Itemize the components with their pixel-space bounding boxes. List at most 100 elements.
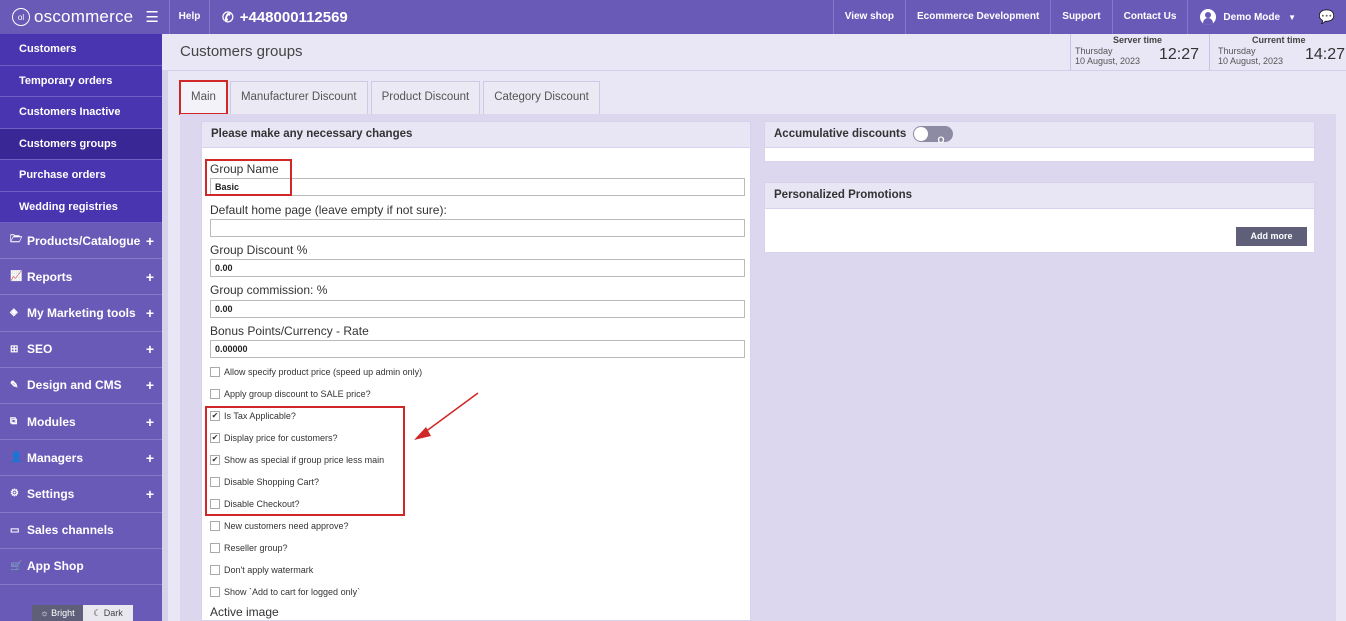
sidebar-item-label: SEO <box>27 342 53 357</box>
sidebar-item-modules[interactable]: ⧉ Modules + <box>0 403 162 441</box>
checkbox-reseller-group[interactable]: Reseller group? <box>210 543 288 553</box>
sidebar-item-label: Products/Catalogue <box>27 233 141 248</box>
hamburger-menu-icon[interactable]: ☰ <box>145 8 158 26</box>
view-shop-link[interactable]: View shop <box>832 0 905 34</box>
checkbox-label: Don't apply watermark <box>224 565 314 575</box>
accumulative-discounts-box: Accumulative discounts O <box>764 121 1315 162</box>
sidebar-item-label: My Marketing tools <box>27 305 136 320</box>
brush-icon: ✎ <box>10 379 19 391</box>
contact-us-link[interactable]: Contact Us <box>1111 0 1188 34</box>
sidebar-item-label: Settings <box>27 486 75 501</box>
tab-product-discount[interactable]: Product Discount <box>370 81 481 114</box>
server-day-text: Thursday <box>1075 46 1113 56</box>
server-clock: 12:27 <box>1159 46 1200 63</box>
sidebar-item-marketing-tools[interactable]: ◈ My Marketing tools + <box>0 295 162 332</box>
content-panel: Please make any necessary changes Group … <box>180 114 1336 621</box>
sidebar-item-products-catalogue[interactable]: 🗁 Products/Catalogue + <box>0 223 162 260</box>
checkbox-allow-specify-price[interactable]: Allow specify product price (speed up ad… <box>210 367 422 377</box>
tab-main[interactable]: Main <box>179 80 228 115</box>
group-name-highlight <box>205 159 292 196</box>
checkbox-no-watermark[interactable]: Don't apply watermark <box>210 565 313 575</box>
group-commission-input[interactable]: 0.00 <box>210 300 745 318</box>
bonus-points-label: Bonus Points/Currency - Rate <box>210 324 369 338</box>
sidebar-item-customers-groups[interactable]: Customers groups <box>0 128 162 160</box>
sidebar-item-app-shop[interactable]: 🛒 App Shop <box>0 548 162 585</box>
current-day-text: Thursday <box>1218 46 1256 56</box>
user-menu[interactable]: Demo Mode ▼ <box>1187 0 1308 34</box>
phone-icon: ✆ <box>222 8 234 25</box>
checkbox[interactable] <box>210 543 220 553</box>
sidebar-scrollbar[interactable] <box>162 70 168 621</box>
caret-down-icon: ▼ <box>1288 12 1296 22</box>
sidebar-item-label: Reports <box>27 269 73 284</box>
ecommerce-development-link[interactable]: Ecommerce Development <box>905 0 1050 34</box>
page-title: Customers groups <box>180 43 303 60</box>
checkbox[interactable] <box>210 587 220 597</box>
sidebar-item-design-cms[interactable]: ✎ Design and CMS + <box>0 367 162 404</box>
dark-theme-button[interactable]: ☾ Dark <box>83 605 133 621</box>
sidebar-item-managers[interactable]: 👤 Managers + <box>0 440 162 477</box>
monitor-icon: ▭ <box>10 524 20 536</box>
sidebar-item-settings[interactable]: ⚙ Settings + <box>0 476 162 513</box>
sidebar-item-sales-channels[interactable]: ▭ Sales channels <box>0 512 162 549</box>
checkbox-label: Apply group discount to SALE price? <box>224 389 371 399</box>
sidebar-item-label: Managers <box>27 450 84 465</box>
sidebar: Customers Temporary orders Customers Ina… <box>0 34 162 621</box>
form-heading: Please make any necessary changes <box>202 122 750 148</box>
current-time-box: Current time Thursday 10 August, 2023 14… <box>1209 34 1346 70</box>
add-more-button[interactable]: Add more <box>1236 227 1307 246</box>
chat-icon[interactable]: 💬 <box>1308 0 1346 34</box>
sidebar-item-customers-inactive[interactable]: Customers Inactive <box>0 97 162 129</box>
annotation-arrow-icon <box>414 392 479 440</box>
plus-icon: + <box>145 449 154 466</box>
tag-icon: ◈ <box>10 307 18 319</box>
support-link[interactable]: Support <box>1050 0 1111 34</box>
tab-category-discount[interactable]: Category Discount <box>483 81 600 114</box>
top-links: View shop Ecommerce Development Support … <box>832 0 1346 34</box>
active-image-label: Active image <box>210 605 279 619</box>
phone-number[interactable]: ✆ +448000112569 <box>210 9 348 26</box>
plus-icon: + <box>145 413 154 430</box>
checkbox-apply-sale-discount[interactable]: Apply group discount to SALE price? <box>210 389 371 399</box>
group-discount-input[interactable]: 0.00 <box>210 259 745 277</box>
plus-icon: + <box>145 268 154 285</box>
help-link[interactable]: Help <box>170 0 210 34</box>
group-discount-label: Group Discount % <box>210 243 308 257</box>
checkbox[interactable] <box>210 565 220 575</box>
sidebar-item-wedding-registries[interactable]: Wedding registries <box>0 191 162 223</box>
plus-icon: + <box>145 304 154 321</box>
sidebar-item-label: Sales channels <box>27 523 114 538</box>
page-header: Customers groups Server time Thursday 10… <box>168 34 1346 71</box>
current-date-text: 10 August, 2023 <box>1218 56 1284 66</box>
checkbox[interactable] <box>210 367 220 377</box>
sidebar-item-temporary-orders[interactable]: Temporary orders <box>0 65 162 97</box>
current-time-label: Current time <box>1252 35 1306 45</box>
sidebar-item-seo[interactable]: ⊞ SEO + <box>0 331 162 368</box>
accumulative-discounts-toggle[interactable]: O <box>912 125 953 145</box>
checkbox-group-highlight <box>205 406 405 516</box>
theme-toggle: ☼ Bright ☾ Dark <box>32 605 133 621</box>
home-page-input[interactable] <box>210 219 745 237</box>
folder-icon: 🗁 <box>10 234 23 246</box>
sidebar-item-customers[interactable]: Customers <box>0 34 162 66</box>
sidebar-item-label: App Shop <box>27 559 84 574</box>
tab-bar: Main Manufacturer Discount Product Disco… <box>179 80 603 115</box>
checkbox-add-to-cart-logged[interactable]: Show `Add to cart for logged only` <box>210 587 360 597</box>
plus-icon: + <box>145 485 154 502</box>
bright-label: Bright <box>51 608 75 618</box>
accumulative-discounts-heading: Accumulative discounts O <box>765 122 1314 148</box>
logo[interactable]: ol oscommerce ☰ <box>0 0 170 34</box>
server-date: Thursday 10 August, 2023 <box>1075 46 1140 66</box>
checkbox[interactable] <box>210 389 220 399</box>
checkbox-new-customers-approve[interactable]: New customers need approve? <box>210 521 349 531</box>
sidebar-item-reports[interactable]: 📈 Reports + <box>0 259 162 296</box>
bonus-points-input[interactable]: 0.00000 <box>210 340 745 358</box>
logo-mark-icon: ol <box>12 8 30 26</box>
bright-theme-button[interactable]: ☼ Bright <box>32 605 83 621</box>
user-name: Demo Mode <box>1223 11 1281 23</box>
current-clock: 14:27 <box>1305 46 1346 63</box>
sidebar-item-purchase-orders[interactable]: Purchase orders <box>0 160 162 192</box>
tab-manufacturer-discount[interactable]: Manufacturer Discount <box>229 81 368 114</box>
checkbox[interactable] <box>210 521 220 531</box>
dark-label: Dark <box>103 608 123 618</box>
